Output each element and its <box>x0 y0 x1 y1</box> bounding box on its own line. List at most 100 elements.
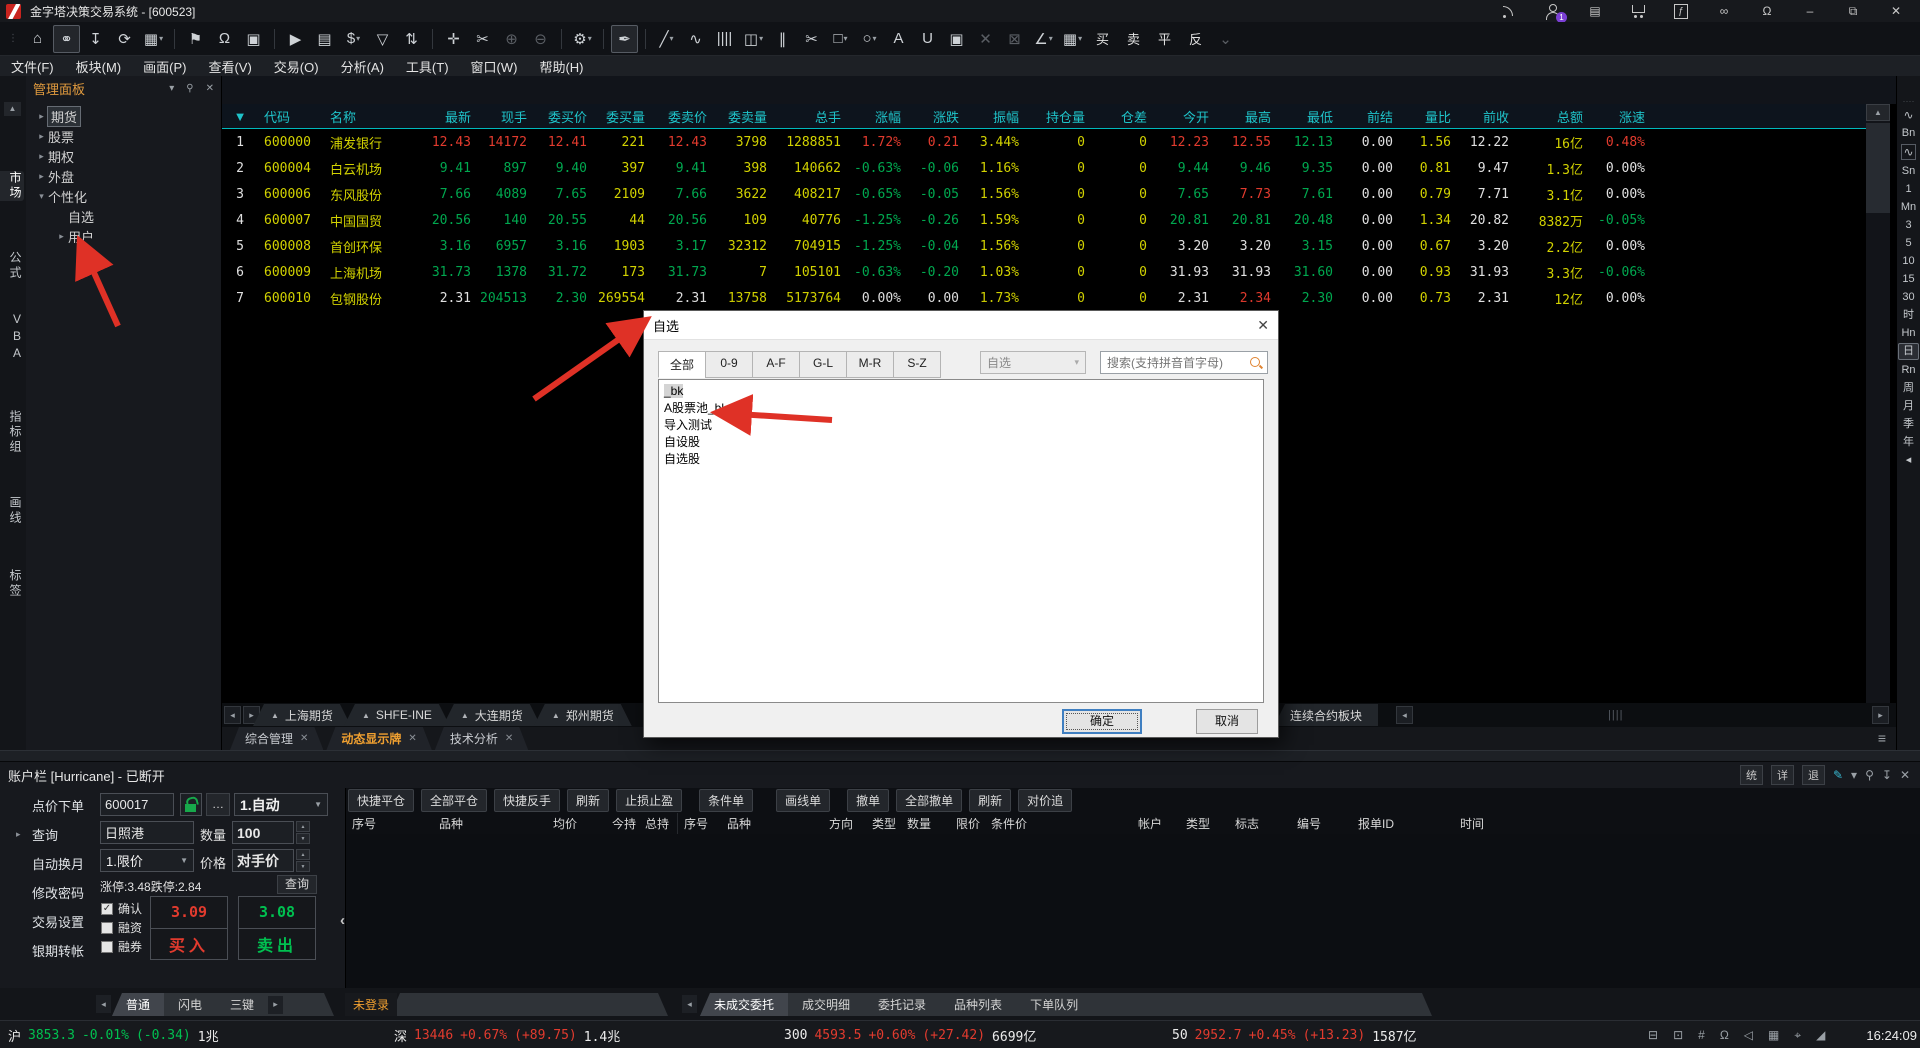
unlink-icon[interactable]: ✂ <box>469 25 496 53</box>
unlock-icon[interactable] <box>180 793 202 816</box>
trade-action-button[interactable]: 买 <box>1088 29 1117 48</box>
speaker-icon[interactable]: ◁ <box>1744 1028 1753 1042</box>
price-input[interactable] <box>232 849 294 872</box>
tree-node-label[interactable]: 股票 <box>48 127 74 146</box>
cancel-button[interactable]: 取消 <box>1196 709 1258 734</box>
column-header[interactable]: 仓差 <box>1094 107 1156 126</box>
horizontal-splitter[interactable] <box>0 750 1920 762</box>
buy-panel[interactable]: 3.09 买入 <box>150 896 228 960</box>
buy-button[interactable]: 买入 <box>151 929 227 960</box>
column-header[interactable]: 前收 <box>1460 107 1518 126</box>
period-button[interactable]: 季 <box>1903 415 1914 433</box>
column-header[interactable]: 最新 <box>420 107 480 126</box>
column-header[interactable]: 振幅 <box>968 107 1028 126</box>
account-button[interactable]: 退 <box>1802 765 1825 785</box>
tabs-scroll-left-icon[interactable]: ◂ <box>224 706 241 724</box>
tabs-scroll-right-icon[interactable]: ▸ <box>268 996 283 1014</box>
search-icon[interactable] <box>1249 356 1263 370</box>
column-header[interactable]: 编号 <box>1268 815 1330 832</box>
zoom-in-icon[interactable]: ⊕ <box>498 25 525 53</box>
order-view-tab[interactable]: 委托记录 <box>864 993 940 1016</box>
table-row[interactable]: 6600009上海机场31.73137831.7217331.737105101… <box>222 259 1866 285</box>
period-button[interactable]: 年 <box>1903 433 1914 451</box>
dialog-tab[interactable]: 全部 <box>658 351 706 378</box>
period-button[interactable]: 周 <box>1903 379 1914 397</box>
unchecked-checkbox-icon[interactable] <box>101 922 113 934</box>
period-button[interactable]: Rn <box>1901 361 1915 379</box>
checkbox-2[interactable]: 融资 <box>101 919 142 936</box>
printer-icon[interactable]: ⊟ <box>1648 1028 1658 1042</box>
tabs-scroll-left-icon[interactable]: ◂ <box>96 995 111 1013</box>
list-item[interactable]: 自选股 <box>664 451 1258 468</box>
order-view-tab[interactable]: 下单队列 <box>1016 993 1092 1016</box>
period-button[interactable]: Mn <box>1901 198 1916 216</box>
play-icon[interactable]: ▶ <box>282 25 309 53</box>
tree-node[interactable]: ▾个性化 <box>26 186 221 206</box>
tree-node-label[interactable]: 期货 <box>48 107 80 126</box>
hatch-tool-icon[interactable]: ∥ <box>769 25 796 53</box>
column-header[interactable]: 数量 <box>905 815 940 832</box>
dialog-tab[interactable]: M-R <box>846 351 894 378</box>
snapshot-icon[interactable]: ▣ <box>240 25 267 53</box>
grid-tool-icon[interactable]: ▦▾ <box>1059 25 1086 53</box>
minimize-icon[interactable]: – <box>1802 3 1818 19</box>
refresh-icon[interactable]: ⟳ <box>111 25 138 53</box>
tree-node-label[interactable]: 用户 <box>68 227 94 246</box>
code-input[interactable] <box>100 793 174 816</box>
tree-node-label[interactable]: 个性化 <box>48 187 87 206</box>
tree-node[interactable]: ▸用户 <box>26 226 221 246</box>
bars-tool-icon[interactable]: |||| <box>711 25 738 53</box>
page-tab[interactable]: 综合管理✕ <box>230 727 323 750</box>
market-tab[interactable]: ▲郑州期货 <box>534 704 632 726</box>
list-item[interactable]: 自设股 <box>664 434 1258 451</box>
period-button[interactable]: 30 <box>1902 288 1914 306</box>
price-stepper[interactable]: ▲▼ <box>296 849 310 872</box>
page-tab[interactable]: 动态显示牌✕ <box>326 727 431 750</box>
tree-node[interactable]: ▸期权 <box>26 146 221 166</box>
kline-chart-icon[interactable]: ∿ <box>1901 144 1915 160</box>
panel-pin-icon[interactable]: ⚲ <box>186 83 193 94</box>
table-row[interactable]: 2600004白云机场9.418979.403979.41398140662-0… <box>222 155 1866 181</box>
column-header[interactable]: 最高 <box>1218 107 1280 126</box>
link-icon[interactable]: ⚭ <box>53 25 80 53</box>
order-mode-tab[interactable]: 闪电 <box>164 993 216 1016</box>
trade-toolbar-button[interactable]: 画线单 <box>776 789 830 812</box>
network-icon[interactable]: # <box>1698 1028 1705 1042</box>
menu-item[interactable]: 查看(V) <box>197 57 262 76</box>
table-row[interactable]: 7600010包钢股份2.312045132.302695542.3113758… <box>222 285 1866 311</box>
list-item[interactable]: A股票池_bk <box>664 400 1258 417</box>
column-header[interactable]: 均价 <box>525 815 586 832</box>
tab-close-icon[interactable]: ✕ <box>300 733 308 744</box>
period-button[interactable]: 月 <box>1903 397 1914 415</box>
column-header[interactable]: 标志 <box>1219 815 1268 832</box>
tab-close-icon[interactable]: ✕ <box>408 733 416 744</box>
restore-icon[interactable]: ⧉ <box>1845 3 1861 19</box>
market-tab[interactable]: ▲上海期货 <box>253 704 351 726</box>
ok-button[interactable]: 确定 <box>1062 709 1142 734</box>
tree-node[interactable]: ▸外盘 <box>26 166 221 186</box>
kline-tool-icon[interactable]: ◫▾ <box>740 25 767 53</box>
formula-icon[interactable]: ƒ <box>1673 3 1689 19</box>
tick-chart-icon[interactable]: ∿ <box>1903 106 1913 124</box>
chevron-down-icon[interactable]: ▾ <box>1851 768 1857 782</box>
trade-menu-item[interactable]: 修改密码 <box>0 881 95 903</box>
move-icon[interactable]: ✛ <box>440 25 467 53</box>
settings-gear-icon[interactable]: ⚙▾ <box>569 25 596 53</box>
collapse-toolbar-icon[interactable]: ⌄ <box>1212 25 1239 53</box>
style-brush-icon[interactable]: ✎ <box>1833 768 1843 782</box>
menu-item[interactable]: 分析(A) <box>330 57 395 76</box>
trade-toolbar-button[interactable]: 全部撤单 <box>896 789 962 812</box>
menu-item[interactable]: 帮助(H) <box>528 57 594 76</box>
order-mode-tab[interactable]: 普通 <box>112 993 164 1016</box>
table-row[interactable]: 1600000浦发银行12.431417212.4122112.43379812… <box>222 129 1866 155</box>
table-scrollbar[interactable]: ▲ <box>1866 104 1890 704</box>
order-view-tab[interactable]: 成交明细 <box>788 993 864 1016</box>
tree-node-label[interactable]: 外盘 <box>48 167 74 186</box>
table-row[interactable]: 4600007中国国贸20.5614020.554420.5610940776-… <box>222 207 1866 233</box>
lock-tool-icon[interactable]: ⊠ <box>1001 25 1028 53</box>
period-button[interactable]: 15 <box>1902 270 1914 288</box>
store-icon[interactable] <box>1630 3 1646 19</box>
query-button[interactable]: 查询 <box>277 875 317 894</box>
calendar-tool-icon[interactable]: ▣ <box>943 25 970 53</box>
tree-node[interactable]: ▸股票 <box>26 126 221 146</box>
